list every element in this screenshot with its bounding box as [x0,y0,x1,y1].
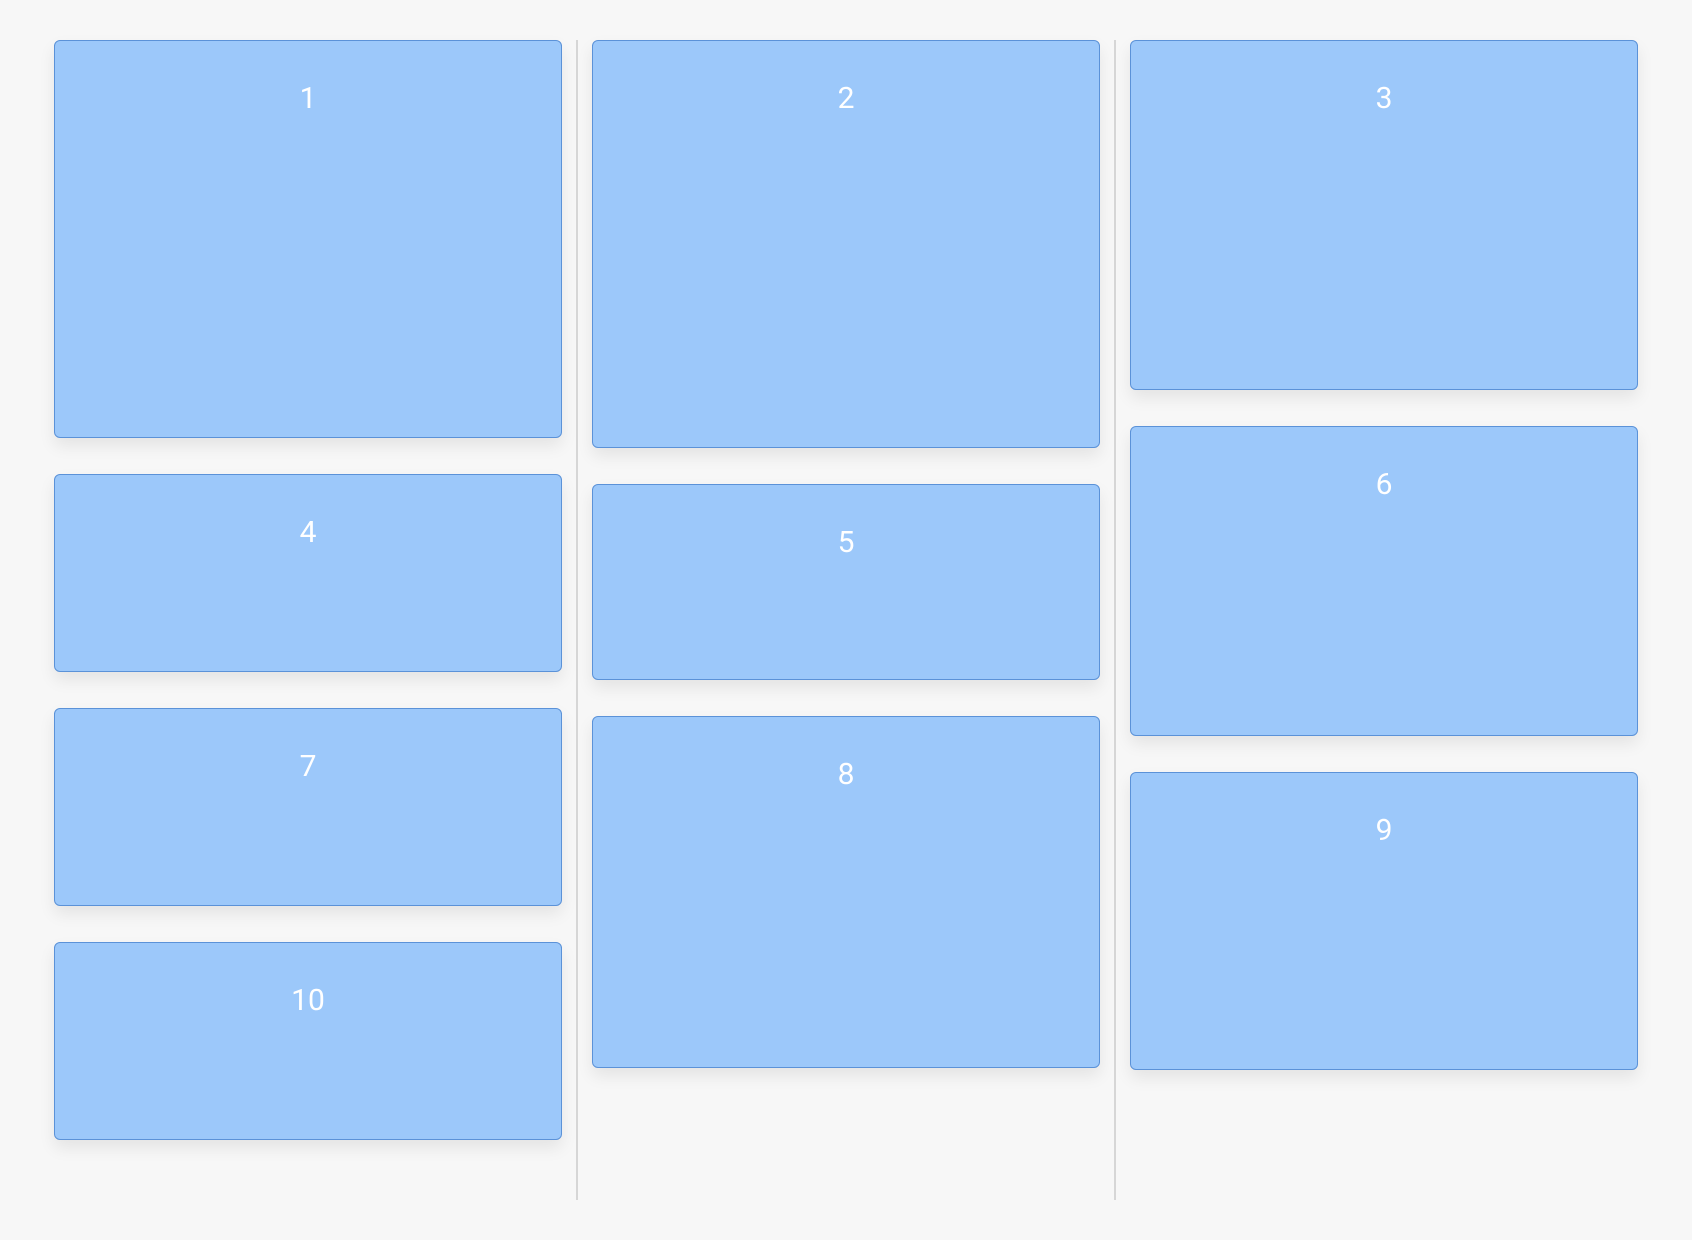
card-9[interactable]: 9 [1130,772,1638,1070]
card-3[interactable]: 3 [1130,40,1638,390]
card-4[interactable]: 4 [54,474,562,672]
masonry-grid: 1 4 7 10 2 5 8 3 6 9 [40,40,1652,1200]
column-3: 3 6 9 [1116,40,1652,1200]
card-8[interactable]: 8 [592,716,1100,1068]
card-2[interactable]: 2 [592,40,1100,448]
column-1: 1 4 7 10 [40,40,578,1200]
card-5[interactable]: 5 [592,484,1100,680]
card-10[interactable]: 10 [54,942,562,1140]
card-1[interactable]: 1 [54,40,562,438]
card-6[interactable]: 6 [1130,426,1638,736]
card-7[interactable]: 7 [54,708,562,906]
column-2: 2 5 8 [578,40,1116,1200]
